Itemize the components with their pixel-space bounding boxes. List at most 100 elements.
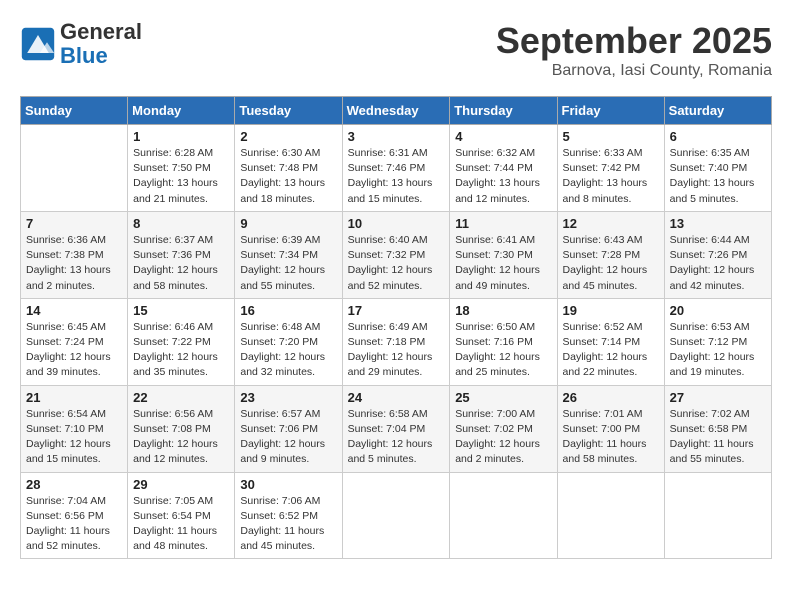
day-number: 15 [133,303,229,318]
day-number: 19 [563,303,659,318]
day-number: 25 [455,390,551,405]
calendar-cell: 1 Sunrise: 6:28 AM Sunset: 7:50 PM Daylig… [128,125,235,212]
calendar-header-sunday: Sunday [21,97,128,125]
day-number: 16 [240,303,336,318]
calendar-cell: 11 Sunrise: 6:41 AM Sunset: 7:30 PM Dayli… [450,211,557,298]
day-info: Sunrise: 6:41 AM Sunset: 7:30 PM Dayligh… [455,233,551,294]
day-number: 30 [240,477,336,492]
day-number: 1 [133,129,229,144]
calendar-cell: 8 Sunrise: 6:37 AM Sunset: 7:36 PM Daylig… [128,211,235,298]
day-info: Sunrise: 6:33 AM Sunset: 7:42 PM Dayligh… [563,146,659,207]
calendar-cell: 14 Sunrise: 6:45 AM Sunset: 7:24 PM Dayli… [21,298,128,385]
day-info: Sunrise: 7:00 AM Sunset: 7:02 PM Dayligh… [455,407,551,468]
day-number: 21 [26,390,122,405]
calendar-cell: 7 Sunrise: 6:36 AM Sunset: 7:38 PM Daylig… [21,211,128,298]
title-block: September 2025 Barnova, Iasi County, Rom… [496,20,772,80]
day-info: Sunrise: 6:37 AM Sunset: 7:36 PM Dayligh… [133,233,229,294]
day-info: Sunrise: 6:28 AM Sunset: 7:50 PM Dayligh… [133,146,229,207]
calendar-cell: 28 Sunrise: 7:04 AM Sunset: 6:56 PM Dayli… [21,472,128,559]
logo: General Blue [20,20,142,68]
calendar-cell: 24 Sunrise: 6:58 AM Sunset: 7:04 PM Dayli… [342,385,450,472]
day-info: Sunrise: 6:39 AM Sunset: 7:34 PM Dayligh… [240,233,336,294]
day-info: Sunrise: 6:46 AM Sunset: 7:22 PM Dayligh… [133,320,229,381]
day-info: Sunrise: 6:52 AM Sunset: 7:14 PM Dayligh… [563,320,659,381]
day-info: Sunrise: 6:44 AM Sunset: 7:26 PM Dayligh… [670,233,766,294]
day-info: Sunrise: 6:32 AM Sunset: 7:44 PM Dayligh… [455,146,551,207]
calendar-week-row: 28 Sunrise: 7:04 AM Sunset: 6:56 PM Dayli… [21,472,772,559]
day-info: Sunrise: 7:02 AM Sunset: 6:58 PM Dayligh… [670,407,766,468]
day-number: 20 [670,303,766,318]
day-info: Sunrise: 6:43 AM Sunset: 7:28 PM Dayligh… [563,233,659,294]
day-number: 9 [240,216,336,231]
calendar-cell: 27 Sunrise: 7:02 AM Sunset: 6:58 PM Dayli… [664,385,771,472]
day-number: 14 [26,303,122,318]
calendar-cell: 30Sunrise: 7:06 AM Sunset: 6:52 PM Dayli… [235,472,342,559]
day-info: Sunrise: 6:57 AM Sunset: 7:06 PM Dayligh… [240,407,336,468]
calendar-cell: 20 Sunrise: 6:53 AM Sunset: 7:12 PM Dayli… [664,298,771,385]
day-number: 29 [133,477,229,492]
calendar-week-row: 14 Sunrise: 6:45 AM Sunset: 7:24 PM Dayli… [21,298,772,385]
calendar-cell: 16 Sunrise: 6:48 AM Sunset: 7:20 PM Dayli… [235,298,342,385]
day-info: Sunrise: 6:50 AM Sunset: 7:16 PM Dayligh… [455,320,551,381]
calendar-header-thursday: Thursday [450,97,557,125]
calendar-cell: 26 Sunrise: 7:01 AM Sunset: 7:00 PM Dayli… [557,385,664,472]
calendar-cell: 6Sunrise: 6:35 AM Sunset: 7:40 PM Daylig… [664,125,771,212]
calendar-cell: 5Sunrise: 6:33 AM Sunset: 7:42 PM Daylig… [557,125,664,212]
day-info: Sunrise: 6:45 AM Sunset: 7:24 PM Dayligh… [26,320,122,381]
calendar-cell [557,472,664,559]
day-number: 18 [455,303,551,318]
calendar-cell: 18 Sunrise: 6:50 AM Sunset: 7:16 PM Dayli… [450,298,557,385]
calendar-header-row: SundayMondayTuesdayWednesdayThursdayFrid… [21,97,772,125]
day-number: 22 [133,390,229,405]
day-number: 27 [670,390,766,405]
calendar-cell [450,472,557,559]
calendar-cell: 29 Sunrise: 7:05 AM Sunset: 6:54 PM Dayli… [128,472,235,559]
calendar-header-friday: Friday [557,97,664,125]
day-info: Sunrise: 6:30 AM Sunset: 7:48 PM Dayligh… [240,146,336,207]
calendar-cell: 9 Sunrise: 6:39 AM Sunset: 7:34 PM Daylig… [235,211,342,298]
day-info: Sunrise: 6:53 AM Sunset: 7:12 PM Dayligh… [670,320,766,381]
day-number: 28 [26,477,122,492]
day-number: 11 [455,216,551,231]
day-info: Sunrise: 6:54 AM Sunset: 7:10 PM Dayligh… [26,407,122,468]
day-info: Sunrise: 6:36 AM Sunset: 7:38 PM Dayligh… [26,233,122,294]
day-info: Sunrise: 6:58 AM Sunset: 7:04 PM Dayligh… [348,407,445,468]
calendar-cell: 3Sunrise: 6:31 AM Sunset: 7:46 PM Daylig… [342,125,450,212]
day-number: 8 [133,216,229,231]
calendar-cell: 17Sunrise: 6:49 AM Sunset: 7:18 PM Dayli… [342,298,450,385]
calendar-cell: 22Sunrise: 6:56 AM Sunset: 7:08 PM Dayli… [128,385,235,472]
day-info: Sunrise: 7:04 AM Sunset: 6:56 PM Dayligh… [26,494,122,555]
calendar-cell: 15 Sunrise: 6:46 AM Sunset: 7:22 PM Dayli… [128,298,235,385]
day-number: 26 [563,390,659,405]
calendar-header-wednesday: Wednesday [342,97,450,125]
day-info: Sunrise: 7:01 AM Sunset: 7:00 PM Dayligh… [563,407,659,468]
calendar-cell: 25 Sunrise: 7:00 AM Sunset: 7:02 PM Dayli… [450,385,557,472]
day-number: 4 [455,129,551,144]
logo-general-text: General [60,20,142,44]
logo-icon [20,26,56,62]
calendar-cell: 4 Sunrise: 6:32 AM Sunset: 7:44 PM Daylig… [450,125,557,212]
calendar-table: SundayMondayTuesdayWednesdayThursdayFrid… [20,96,772,559]
day-info: Sunrise: 6:40 AM Sunset: 7:32 PM Dayligh… [348,233,445,294]
page-header: General Blue September 2025 Barnova, Ias… [20,20,772,80]
day-number: 10 [348,216,445,231]
calendar-cell: 10 Sunrise: 6:40 AM Sunset: 7:32 PM Dayli… [342,211,450,298]
logo-blue-text: Blue [60,44,142,68]
calendar-week-row: 7 Sunrise: 6:36 AM Sunset: 7:38 PM Daylig… [21,211,772,298]
day-number: 6 [670,129,766,144]
calendar-cell: 21 Sunrise: 6:54 AM Sunset: 7:10 PM Dayli… [21,385,128,472]
calendar-cell: 19 Sunrise: 6:52 AM Sunset: 7:14 PM Dayli… [557,298,664,385]
calendar-cell [342,472,450,559]
day-number: 7 [26,216,122,231]
day-info: Sunrise: 7:05 AM Sunset: 6:54 PM Dayligh… [133,494,229,555]
day-number: 3 [348,129,445,144]
calendar-cell: 13Sunrise: 6:44 AM Sunset: 7:26 PM Dayli… [664,211,771,298]
calendar-header-tuesday: Tuesday [235,97,342,125]
day-number: 24 [348,390,445,405]
day-number: 23 [240,390,336,405]
calendar-week-row: 1 Sunrise: 6:28 AM Sunset: 7:50 PM Daylig… [21,125,772,212]
calendar-cell: 2Sunrise: 6:30 AM Sunset: 7:48 PM Daylig… [235,125,342,212]
day-info: Sunrise: 6:48 AM Sunset: 7:20 PM Dayligh… [240,320,336,381]
day-number: 17 [348,303,445,318]
calendar-week-row: 21 Sunrise: 6:54 AM Sunset: 7:10 PM Dayli… [21,385,772,472]
